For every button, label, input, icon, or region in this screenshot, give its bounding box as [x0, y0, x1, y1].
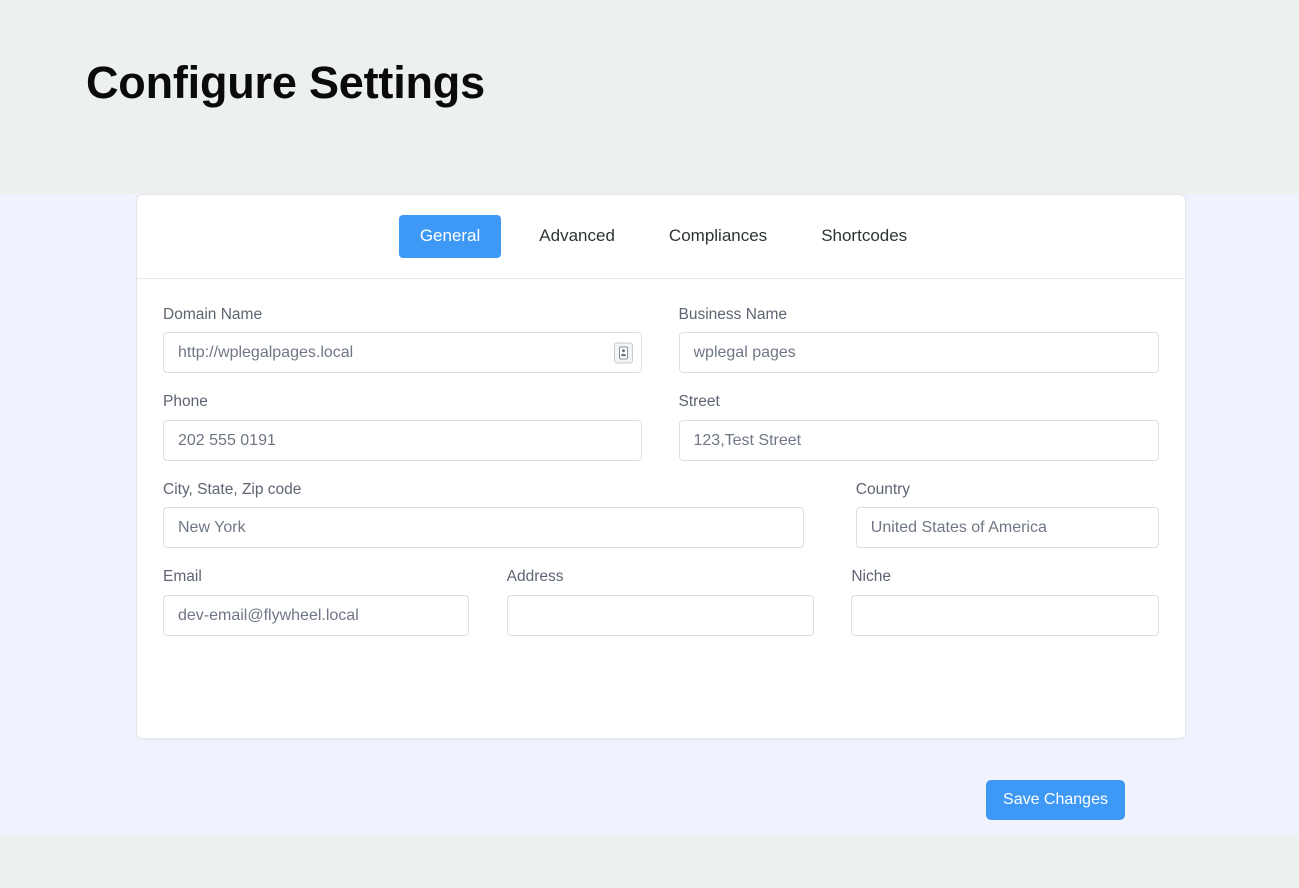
- save-changes-button[interactable]: Save Changes: [986, 780, 1125, 820]
- email-input[interactable]: [163, 594, 469, 636]
- city-state-zip-input[interactable]: [163, 507, 804, 549]
- domain-name-input-wrap: [163, 332, 642, 374]
- business-name-input-wrap: [678, 332, 1159, 374]
- field-address: Address: [506, 567, 815, 636]
- address-input[interactable]: [506, 594, 815, 636]
- field-city-state-zip: City, State, Zip code: [163, 480, 804, 549]
- form-row-domain-business: Domain Name Business Name: [163, 305, 1159, 374]
- country-input-wrap: [855, 507, 1159, 549]
- form-row-phone-street: Phone Street: [163, 392, 1159, 461]
- country-input[interactable]: [855, 507, 1159, 549]
- tab-general[interactable]: General: [398, 215, 502, 258]
- street-input[interactable]: [678, 419, 1159, 461]
- field-country: Country: [855, 480, 1159, 549]
- settings-tabbar: General Advanced Compliances Shortcodes: [137, 195, 1185, 279]
- page-header-band: Configure Settings: [0, 0, 1299, 194]
- phone-label: Phone: [163, 393, 208, 411]
- country-label: Country: [855, 480, 911, 498]
- field-phone: Phone: [163, 392, 642, 461]
- tab-compliances[interactable]: Compliances: [653, 215, 783, 257]
- domain-name-input[interactable]: [163, 332, 642, 374]
- tab-advanced[interactable]: Advanced: [523, 215, 631, 257]
- address-input-wrap: [506, 594, 815, 636]
- page-footer-band: [0, 835, 1299, 888]
- phone-input[interactable]: [163, 419, 642, 461]
- general-settings-form: Domain Name Business Name: [137, 279, 1185, 655]
- page-title: Configure Settings: [86, 57, 485, 108]
- city-state-zip-input-wrap: [163, 507, 804, 549]
- city-state-zip-label: City, State, Zip code: [163, 480, 302, 498]
- settings-page: Configure Settings General Advanced Comp…: [0, 0, 1299, 888]
- field-email: Email: [163, 567, 469, 636]
- business-name-label: Business Name: [678, 306, 788, 323]
- email-label: Email: [163, 568, 202, 586]
- field-domain-name: Domain Name: [163, 305, 642, 374]
- niche-input-wrap: [851, 594, 1159, 636]
- street-input-wrap: [678, 419, 1159, 461]
- form-row-city-country: City, State, Zip code Country: [163, 480, 1159, 549]
- settings-card: General Advanced Compliances Shortcodes …: [136, 194, 1186, 739]
- field-business-name: Business Name: [678, 305, 1159, 374]
- email-input-wrap: [163, 594, 469, 636]
- autofill-contact-card-icon[interactable]: [613, 342, 633, 364]
- niche-input[interactable]: [851, 594, 1159, 636]
- field-street: Street: [678, 392, 1159, 461]
- form-row-email-address-niche: Email Address Niche: [163, 567, 1159, 636]
- field-niche: Niche: [851, 567, 1159, 636]
- street-label: Street: [678, 393, 720, 411]
- business-name-input[interactable]: [678, 332, 1159, 374]
- phone-input-wrap: [163, 419, 642, 461]
- niche-label: Niche: [851, 568, 891, 586]
- address-label: Address: [506, 568, 564, 586]
- tab-shortcodes[interactable]: Shortcodes: [805, 215, 923, 257]
- domain-name-label: Domain Name: [163, 306, 263, 323]
